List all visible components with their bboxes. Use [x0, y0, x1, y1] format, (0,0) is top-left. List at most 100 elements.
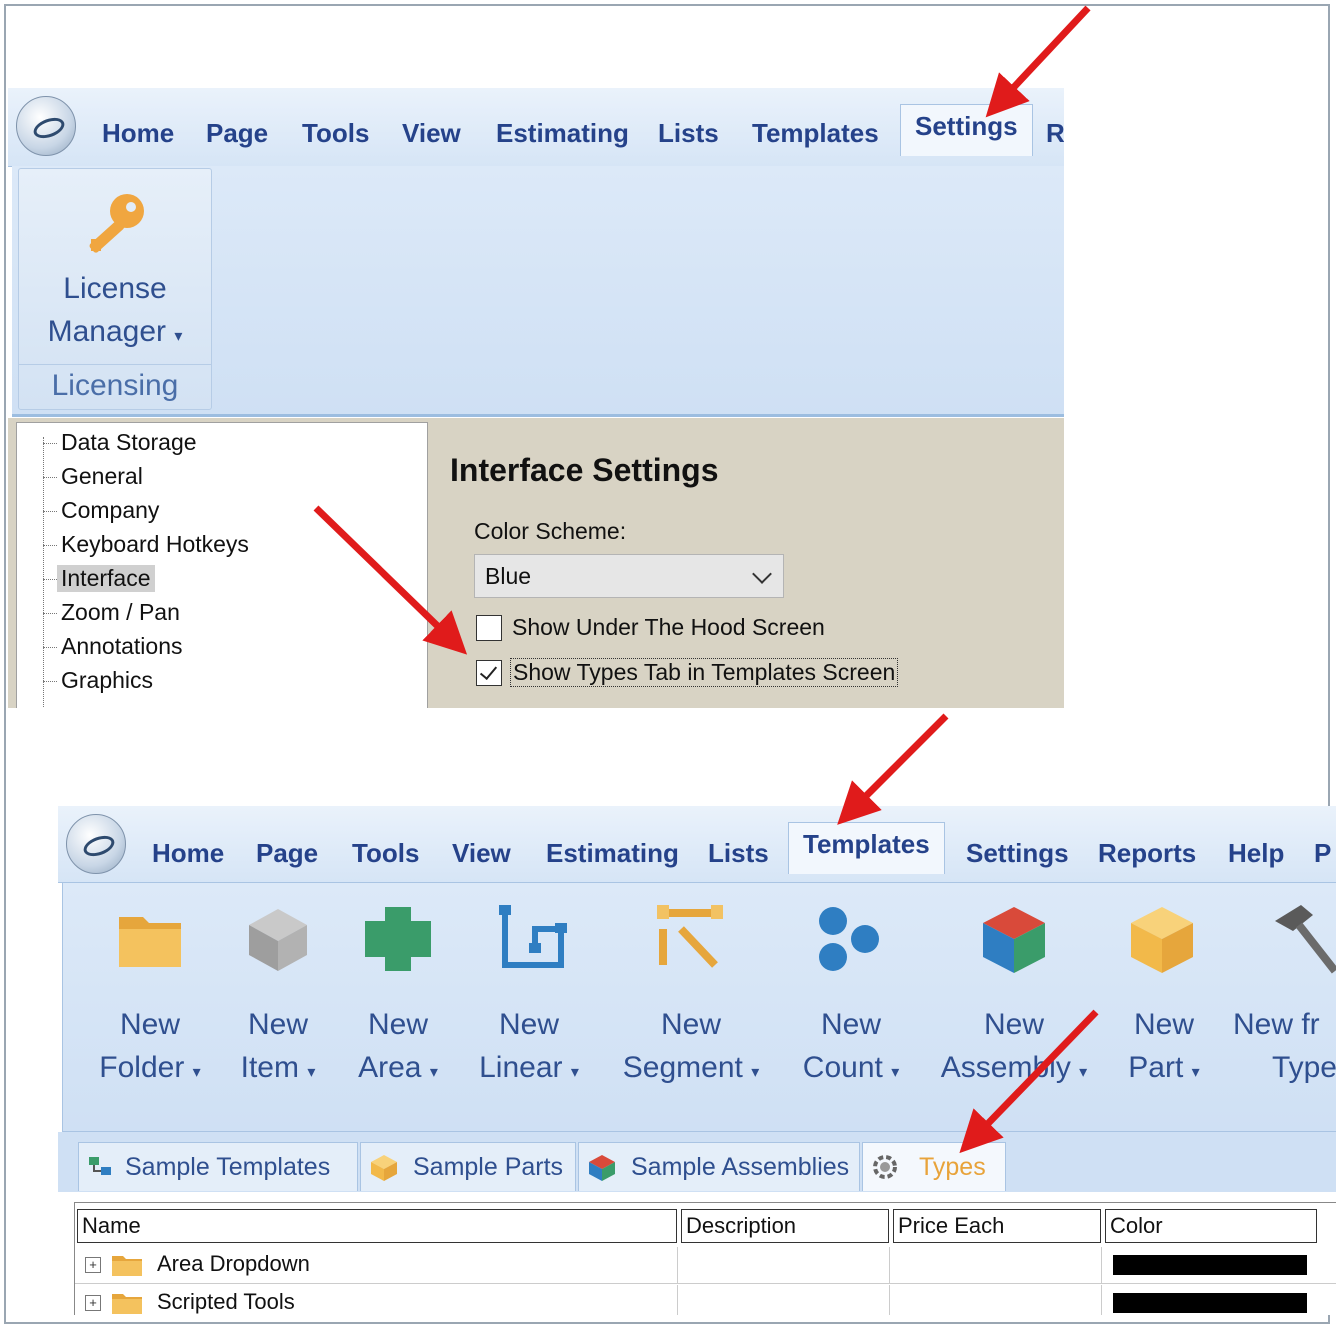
- column-header-color[interactable]: Color: [1105, 1209, 1317, 1243]
- area-icon: [365, 907, 431, 971]
- new-folder-line2: Folder ▾: [99, 1051, 201, 1084]
- tab-view[interactable]: View: [402, 118, 461, 149]
- new-count-line2: Count ▾: [802, 1051, 900, 1084]
- orange-cube-icon: [1131, 907, 1193, 973]
- expand-icon[interactable]: +: [85, 1257, 101, 1273]
- new-from-type-button[interactable]: New fr Type: [1233, 1003, 1336, 1089]
- row-name: Area Dropdown: [157, 1251, 310, 1276]
- row-color-swatch: [1113, 1255, 1307, 1275]
- show-types-tab-checkbox[interactable]: [476, 660, 502, 686]
- license-manager-button[interactable]: License Manager ▾: [19, 267, 211, 358]
- table-row[interactable]: + Scripted Tools: [75, 1285, 1336, 1315]
- color-scheme-value: Blue: [485, 563, 532, 589]
- tab-tools[interactable]: Tools: [302, 118, 369, 149]
- color-scheme-dropdown[interactable]: Blue: [474, 554, 784, 598]
- tab-page[interactable]: Page: [206, 118, 268, 149]
- tree-item-data-storage[interactable]: Data Storage: [61, 429, 197, 456]
- tab-sample-templates-label: Sample Templates: [125, 1153, 331, 1181]
- new-segment-line1: New: [660, 1008, 721, 1041]
- tab-p[interactable]: P: [1314, 838, 1331, 869]
- column-divider: [1101, 1247, 1102, 1283]
- tree-item-general[interactable]: General: [61, 463, 143, 490]
- tree-item-company[interactable]: Company: [61, 497, 159, 524]
- assemblies-cube-icon: [589, 1155, 615, 1181]
- templates-ribbon-panel: New Folder ▾ New Item ▾ New Area ▾ New L…: [62, 882, 1336, 1132]
- tab-templates[interactable]: Templates: [752, 118, 879, 149]
- tree-item-graphics[interactable]: Graphics: [61, 667, 153, 694]
- tab-home[interactable]: Home: [102, 118, 174, 149]
- tab-r[interactable]: R: [1046, 118, 1064, 149]
- new-folder-button[interactable]: New Folder ▾: [85, 1003, 215, 1094]
- expand-icon[interactable]: +: [85, 1295, 101, 1311]
- tab-templates[interactable]: Templates: [788, 822, 945, 874]
- tree-connector: [43, 443, 57, 445]
- new-linear-button[interactable]: New Linear ▾: [467, 1003, 591, 1094]
- column-header-name[interactable]: Name: [77, 1209, 677, 1243]
- tab-page[interactable]: Page: [256, 838, 318, 869]
- show-under-the-hood-checkbox[interactable]: [476, 615, 502, 641]
- table-row[interactable]: + Area Dropdown: [75, 1247, 1336, 1284]
- tab-home[interactable]: Home: [152, 838, 224, 869]
- tab-sample-parts-label: Sample Parts: [413, 1153, 564, 1181]
- new-count-line1: New: [820, 1008, 881, 1041]
- tab-estimating[interactable]: Estimating: [496, 118, 629, 149]
- hammer-icon: [1275, 905, 1336, 974]
- show-under-the-hood-label[interactable]: Show Under The Hood Screen: [512, 614, 825, 641]
- chevron-down-icon: [752, 564, 772, 584]
- column-divider: [889, 1247, 890, 1283]
- settings-screenshot: Home Page Tools View Estimating Lists Te…: [8, 88, 1064, 708]
- new-item-line1: New: [247, 1008, 308, 1041]
- tab-view[interactable]: View: [452, 838, 511, 869]
- new-area-line1: New: [367, 1008, 428, 1041]
- tab-sample-templates[interactable]: Sample Templates: [78, 1142, 358, 1191]
- tab-lists[interactable]: Lists: [658, 118, 719, 149]
- segment-icon: [657, 905, 723, 968]
- tree-connector: [43, 613, 57, 615]
- color-cube-icon: [983, 907, 1045, 973]
- new-part-line1: New: [1133, 1008, 1194, 1041]
- tree-item-interface[interactable]: Interface: [57, 565, 155, 592]
- new-part-button[interactable]: New Part ▾: [1119, 1003, 1209, 1094]
- new-from-type-line1: New fr: [1233, 1008, 1320, 1041]
- settings-ribbon-panel: License Manager ▾ Licensing: [12, 166, 1064, 417]
- tab-settings[interactable]: Settings: [900, 104, 1033, 156]
- new-count-button[interactable]: New Count ▾: [791, 1003, 911, 1094]
- parts-cube-icon: [371, 1155, 397, 1181]
- column-divider: [677, 1247, 678, 1283]
- application-menu-button[interactable]: [16, 96, 76, 156]
- new-area-button[interactable]: New Area ▾: [347, 1003, 449, 1094]
- new-part-line2: Part ▾: [1128, 1051, 1200, 1084]
- settings-tree: Data Storage General Company Keyboard Ho…: [16, 422, 428, 708]
- tab-lists[interactable]: Lists: [708, 838, 769, 869]
- tree-item-annotations[interactable]: Annotations: [61, 633, 182, 660]
- new-assembly-button[interactable]: New Assembly ▾: [933, 1003, 1095, 1094]
- tab-types[interactable]: Types: [862, 1142, 1006, 1191]
- tab-sample-parts[interactable]: Sample Parts: [360, 1142, 576, 1191]
- tree-connector: [43, 647, 57, 649]
- column-header-description[interactable]: Description: [681, 1209, 889, 1243]
- column-header-price-each[interactable]: Price Each: [893, 1209, 1101, 1243]
- tab-tools[interactable]: Tools: [352, 838, 419, 869]
- show-types-tab-label[interactable]: Show Types Tab in Templates Screen: [510, 658, 899, 687]
- tree-item-keyboard-hotkeys[interactable]: Keyboard Hotkeys: [61, 531, 249, 558]
- gray-cube-icon: [249, 909, 307, 971]
- tab-estimating[interactable]: Estimating: [546, 838, 679, 869]
- tab-reports[interactable]: Reports: [1098, 838, 1196, 869]
- tab-help[interactable]: Help: [1228, 838, 1284, 869]
- tab-settings[interactable]: Settings: [966, 838, 1069, 869]
- new-assembly-line2: Assembly ▾: [940, 1051, 1088, 1084]
- new-segment-button[interactable]: New Segment ▾: [611, 1003, 771, 1094]
- new-item-button[interactable]: New Item ▾: [227, 1003, 329, 1094]
- tab-sample-assemblies[interactable]: Sample Assemblies: [578, 1142, 860, 1191]
- new-folder-line1: New: [119, 1008, 180, 1041]
- tree-item-zoom-pan[interactable]: Zoom / Pan: [61, 599, 180, 626]
- application-menu-button[interactable]: [66, 814, 126, 874]
- count-icon: [819, 907, 879, 971]
- tree-connector: [43, 511, 57, 513]
- document-tabs: Sample Templates Sample Parts Sample Ass…: [58, 1132, 1336, 1192]
- licensing-group: License Manager ▾ Licensing: [18, 168, 212, 410]
- tab-types-label: Types: [919, 1153, 986, 1181]
- tree-connector: [43, 545, 57, 547]
- column-divider: [1101, 1285, 1102, 1315]
- tab-sample-assemblies-label: Sample Assemblies: [631, 1153, 850, 1181]
